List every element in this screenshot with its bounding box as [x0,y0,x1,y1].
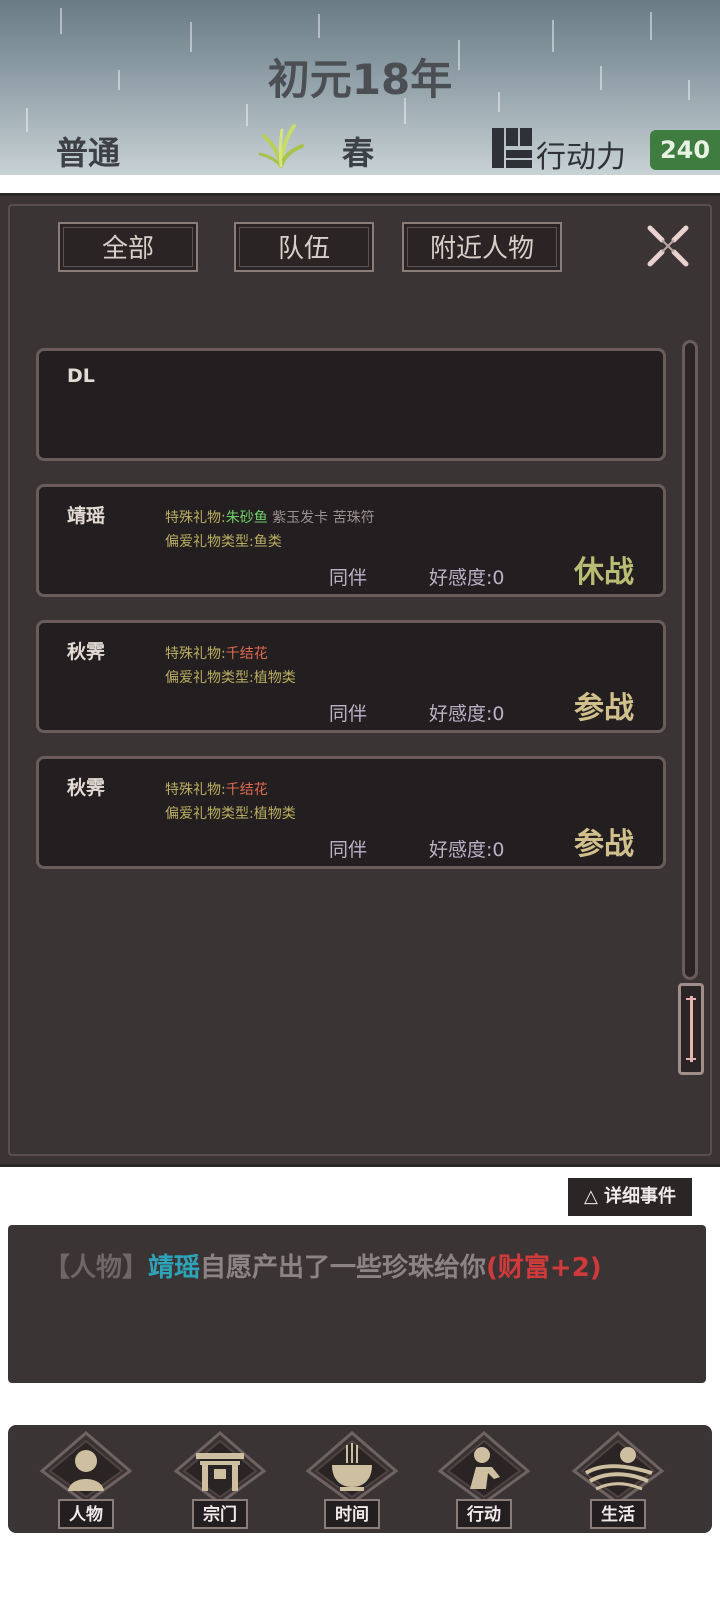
bottom-nav: 人物 宗门 时间 行动 生活 [8,1425,712,1533]
nav-action-label: 行动 [456,1499,512,1529]
preferred-gift-type: 偏爱礼物类型:鱼类 [165,534,282,550]
relation-label: 同伴 [329,567,368,589]
favor-label: 好感度:0 [429,567,505,589]
nav-life[interactable]: 生活 [568,1429,668,1533]
relation-label: 同伴 [329,703,368,725]
scrollbar-thumb[interactable] [678,983,704,1075]
nav-action[interactable]: 行动 [434,1429,534,1533]
log-character-name: 靖瑶 [148,1253,201,1283]
action-figure-icon [437,1431,531,1503]
year-title: 初元18年 [267,55,453,104]
special-gift-others: 紫玉发卡 苦珠符 [267,510,375,526]
rain-streak [26,108,28,132]
action-blocks-icon [492,128,532,168]
companion-name: 靖瑶 [67,505,106,527]
special-gift-line: 特殊礼物:千结花 [165,779,268,799]
player-card[interactable]: DL [36,348,666,461]
nav-time[interactable]: 时间 [302,1429,402,1533]
player-name: DL [67,365,95,387]
special-gift-main: 千结花 [225,646,268,662]
companion-card[interactable]: 秋霁 特殊礼物:千结花 偏爱礼物类型:植物类 同伴 好感度:0 参战 [36,756,666,869]
rain-streak [650,12,652,40]
sect-gate-icon [173,1431,267,1503]
landscape-sun-icon [571,1431,665,1503]
nav-life-label: 生活 [590,1499,646,1529]
nav-sect-label: 宗门 [192,1499,248,1529]
rain-streak [60,8,62,34]
log-tag: 【人物】 [44,1253,149,1283]
tab-team[interactable]: 队伍 [234,222,374,272]
companion-name: 秋霁 [67,777,106,799]
companion-card[interactable]: 秋霁 特殊礼物:千结花 偏爱礼物类型:植物类 同伴 好感度:0 参战 [36,620,666,733]
thumb-grip [690,996,693,1062]
favor-label: 好感度:0 [429,703,505,725]
event-log[interactable]: 【人物】靖瑶自愿产出了一些珍珠给你(财富+2) [8,1225,706,1383]
log-entry: 【人物】靖瑶自愿产出了一些珍珠给你(财富+2) [44,1247,706,1284]
incense-burner-icon [305,1431,399,1503]
thumb-grip-tick [686,998,696,1000]
rain-streak [318,14,320,38]
special-gift-main: 朱砂鱼 [225,510,268,526]
tab-nearby[interactable]: 附近人物 [402,222,562,272]
character-panel: 全部 队伍 附近人物 DL 靖瑶 特殊礼物:朱砂鱼 紫玉发卡 苦珠符 偏爱礼物类… [0,193,720,1167]
special-gift-line: 特殊礼物:千结花 [165,643,268,663]
preferred-gift-type: 偏爱礼物类型:植物类 [165,670,296,686]
action-points-value: 240 [650,130,720,170]
companion-name: 秋霁 [67,641,106,663]
favor-label: 好感度:0 [429,839,505,861]
battle-toggle-button[interactable]: 参战 [574,819,634,863]
log-reward: (财富+2) [486,1253,602,1283]
special-gift-main: 千结花 [225,782,268,798]
thumb-grip-tick [686,1058,696,1060]
special-gift-line: 特殊礼物:朱砂鱼 紫玉发卡 苦珠符 [165,507,375,527]
status-header: 初元18年 普通 春 行动力 240 [0,0,720,175]
nav-sect[interactable]: 宗门 [170,1429,270,1533]
relation-label: 同伴 [329,839,368,861]
person-icon [39,1431,133,1503]
log-text: 自愿产出了一些珍珠给你 [200,1253,487,1283]
action-points-label: 行动力 [536,140,626,175]
difficulty-label: 普通 [56,134,121,172]
rain-streak [246,104,248,126]
detail-events-button[interactable]: △ 详细事件 [568,1178,692,1216]
special-gift-prefix: 特殊礼物: [165,782,226,798]
companion-card[interactable]: 靖瑶 特殊礼物:朱砂鱼 紫玉发卡 苦珠符 偏爱礼物类型:鱼类 同伴 好感度:0 … [36,484,666,597]
nav-person[interactable]: 人物 [36,1429,136,1533]
battle-toggle-button[interactable]: 参战 [574,683,634,727]
scrollbar-track[interactable] [682,340,698,980]
close-button[interactable] [644,222,692,270]
close-icon [647,225,689,267]
battle-toggle-button[interactable]: 休战 [574,547,634,591]
nav-person-label: 人物 [58,1499,114,1529]
tab-all[interactable]: 全部 [58,222,198,272]
season-label: 春 [342,134,375,172]
special-gift-prefix: 特殊礼物: [165,646,226,662]
preferred-gift-type: 偏爱礼物类型:植物类 [165,806,296,822]
nav-time-label: 时间 [324,1499,380,1529]
grass-sprout-icon [258,120,304,168]
special-gift-prefix: 特殊礼物: [165,510,226,526]
